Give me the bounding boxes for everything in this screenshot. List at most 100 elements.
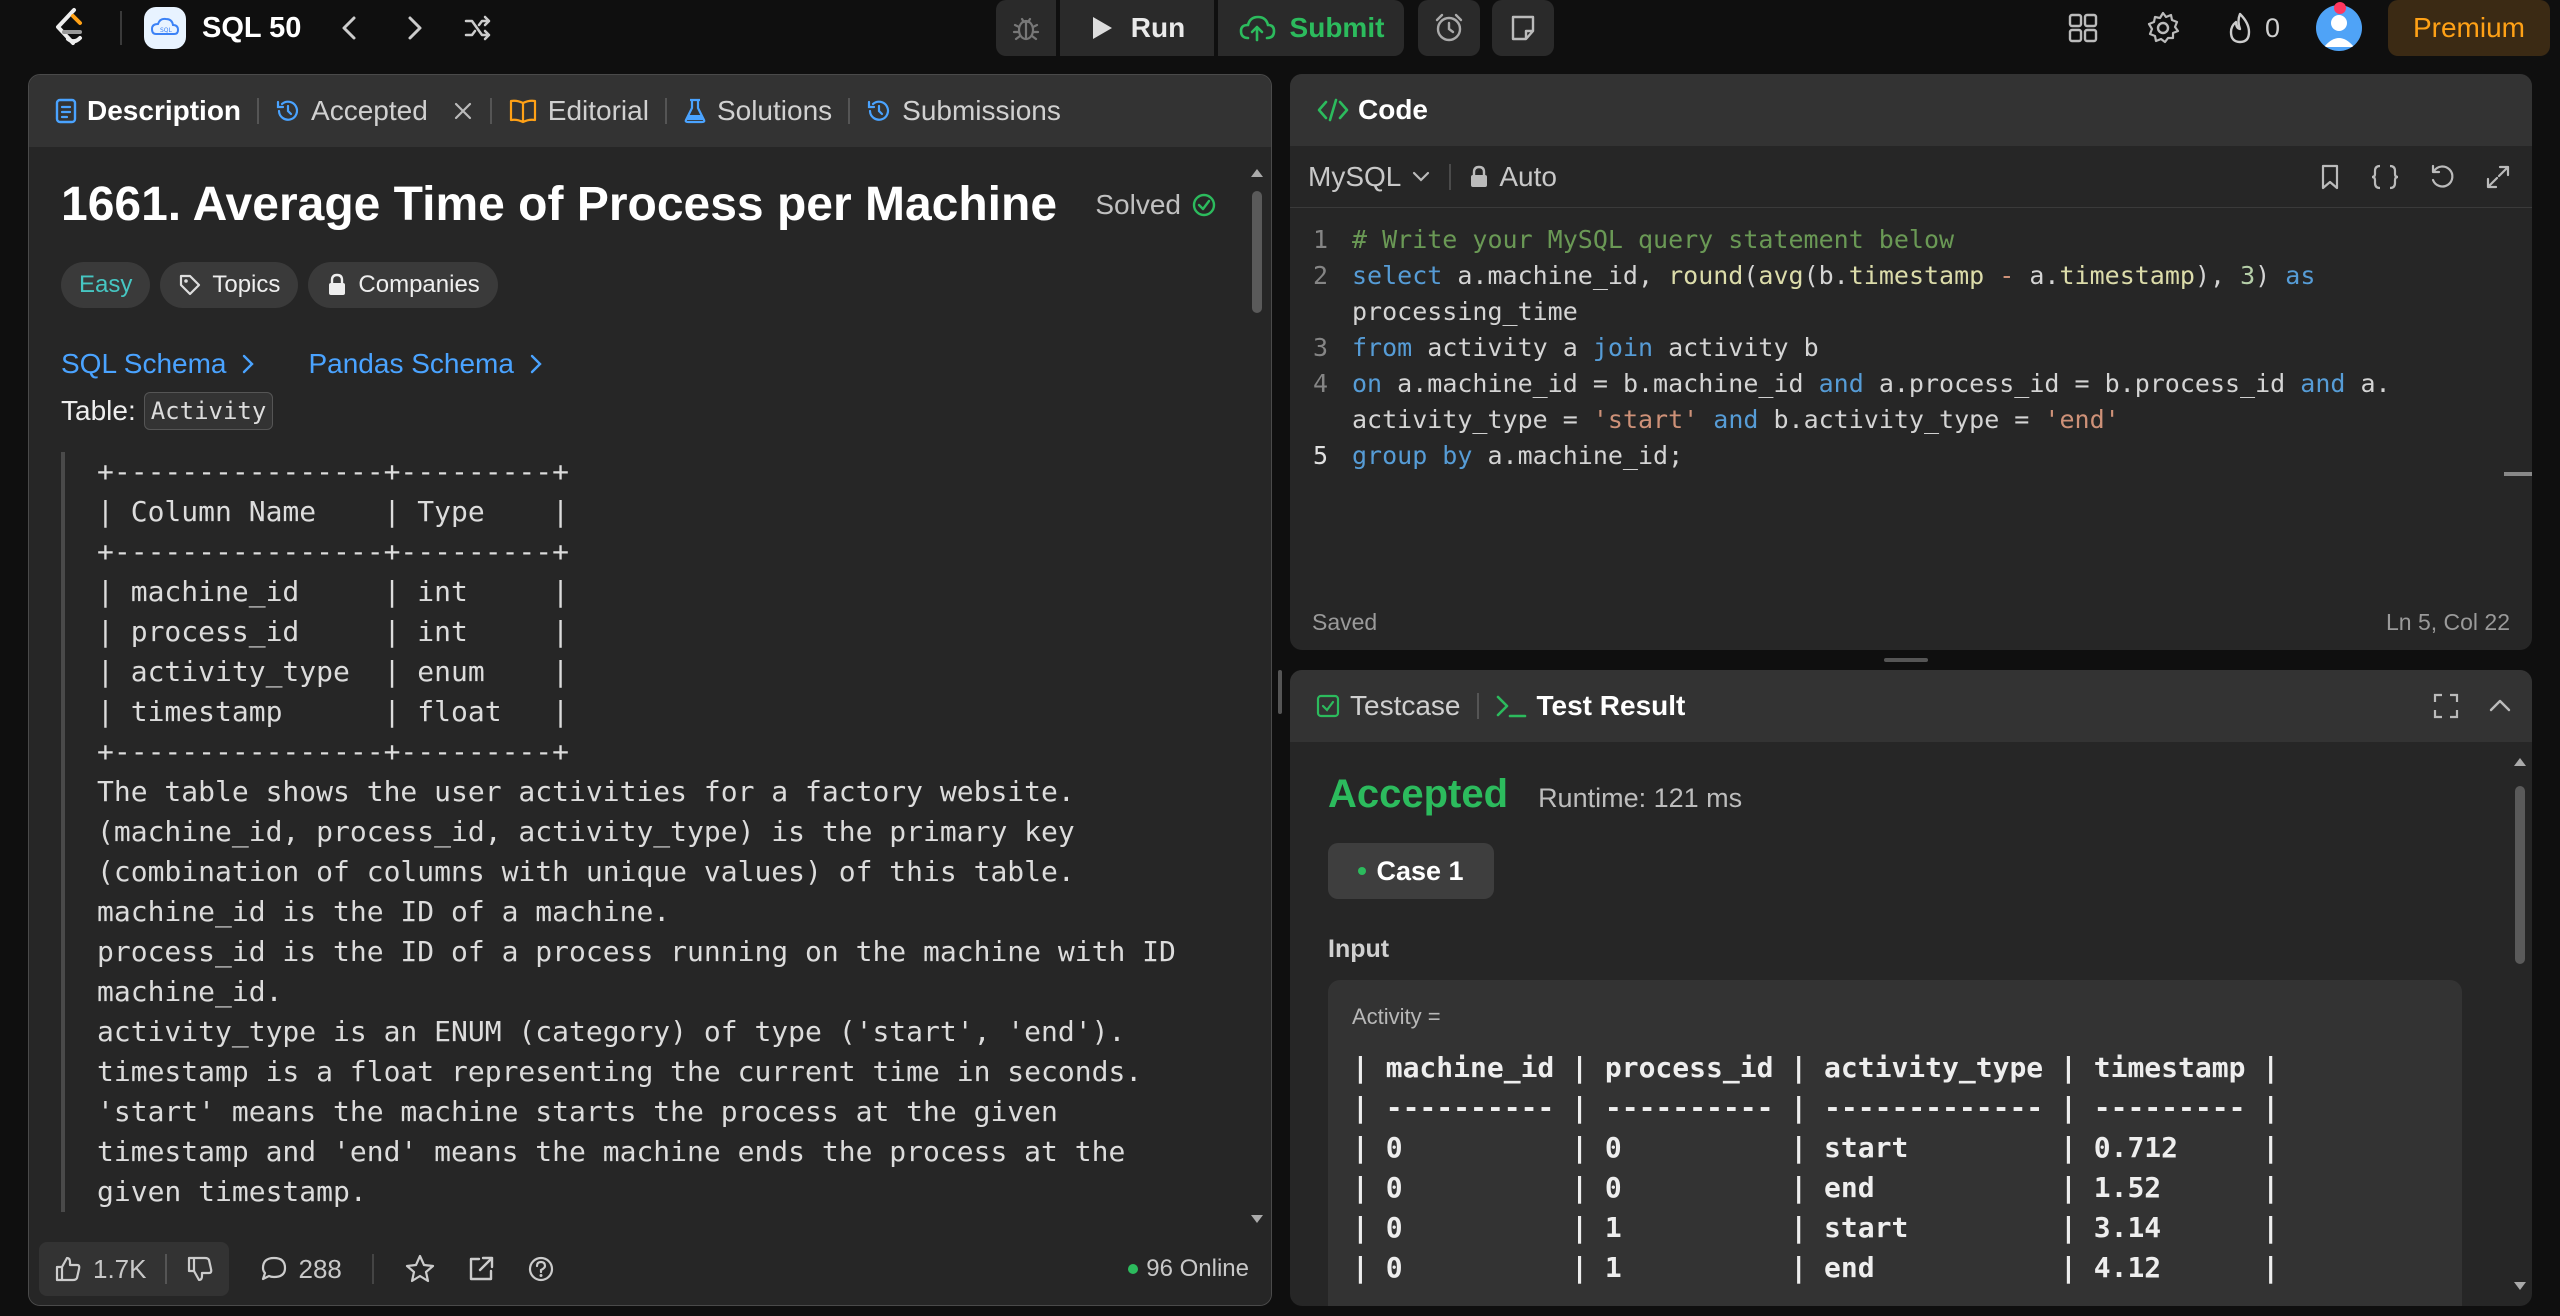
star-icon[interactable]: [404, 1253, 436, 1285]
chevron-down-icon: [1413, 171, 1430, 182]
tab-accepted[interactable]: Accepted: [275, 95, 474, 127]
language-select[interactable]: MySQL: [1308, 161, 1431, 193]
help-icon[interactable]: [526, 1254, 556, 1284]
minimap-marker: [2504, 472, 2532, 476]
description-footer: 1.7K 288 96 Online: [29, 1233, 1271, 1305]
flask-icon: [684, 98, 706, 124]
tag-icon: [180, 274, 201, 296]
braces-icon[interactable]: [2370, 163, 2400, 191]
test-result-panel: Testcase Test Result Accepted Runtime: 1…: [1290, 670, 2532, 1306]
pandas-schema-link[interactable]: Pandas Schema: [308, 348, 543, 380]
editor-status-bar: Saved Ln 5, Col 22: [1290, 594, 2532, 650]
terminal-icon: [1496, 695, 1526, 718]
solved-status: Solved: [1095, 189, 1217, 221]
comments-button[interactable]: 288: [259, 1254, 342, 1285]
timer-button[interactable]: [1418, 0, 1480, 56]
description-tabs: Description Accepted Editorial Solutions…: [29, 75, 1271, 147]
notification-dot: [2334, 2, 2346, 14]
code-panel-title: Code: [1358, 94, 1428, 125]
comment-icon: [261, 1256, 286, 1281]
thumb-down-icon[interactable]: [185, 1254, 215, 1284]
panel-resize-handle-vertical[interactable]: [1278, 670, 1282, 714]
chevron-right-icon: [243, 354, 255, 374]
editor-toolbar: MySQL Auto: [1290, 146, 2532, 208]
auto-mode-toggle[interactable]: Auto: [1469, 161, 1557, 193]
streak-count: 0: [2264, 12, 2280, 43]
save-status: Saved: [1312, 608, 1378, 635]
companies-chip[interactable]: Companies: [308, 262, 498, 308]
runtime-text: Runtime: 121 ms: [1538, 783, 1743, 813]
checkbox-icon: [1316, 694, 1340, 718]
online-count: 96 Online: [1128, 1255, 1249, 1283]
premium-button[interactable]: Premium: [2388, 0, 2550, 56]
play-icon: [1092, 17, 1112, 39]
leetcode-logo[interactable]: [48, 6, 92, 50]
input-label: Input: [1328, 935, 1390, 963]
bookmark-icon[interactable]: [2318, 163, 2342, 191]
close-icon[interactable]: [452, 100, 474, 122]
result-tabs: Testcase Test Result: [1290, 670, 2532, 742]
document-icon: [55, 98, 77, 124]
share-icon[interactable]: [466, 1254, 496, 1284]
code-editor[interactable]: 1 # Write your MySQL query statement belo…: [1290, 222, 2532, 474]
nav-divider: [120, 11, 122, 45]
tab-test-result[interactable]: Test Result: [1495, 690, 1685, 722]
cloud-upload-icon: [1239, 15, 1275, 42]
svg-text:SQL: SQL: [160, 27, 173, 34]
table-caption: Table: Activity: [61, 392, 1241, 430]
code-icon: [1317, 98, 1349, 122]
schema-description: +----------------+---------+ | Column Na…: [61, 452, 1241, 1212]
run-button[interactable]: Run: [1060, 0, 1214, 56]
cursor-position: Ln 5, Col 22: [2385, 608, 2510, 635]
chevron-left-icon[interactable]: [335, 13, 365, 43]
case-1-tab[interactable]: Case 1: [1328, 843, 1494, 899]
shuffle-icon[interactable]: [463, 13, 493, 43]
thumb-up-icon[interactable]: [53, 1254, 83, 1284]
difficulty-badge[interactable]: Easy: [61, 262, 151, 308]
alarm-icon: [1435, 13, 1463, 42]
code-line: processing_time: [1352, 297, 1578, 326]
sql-schema-link[interactable]: SQL Schema: [61, 348, 256, 380]
panel-resize-handle[interactable]: [1884, 658, 1928, 662]
scrollbar[interactable]: [2512, 752, 2528, 1298]
tab-solutions[interactable]: Solutions: [683, 95, 832, 127]
tab-description[interactable]: Description: [55, 95, 241, 127]
gear-icon[interactable]: [2145, 10, 2181, 46]
chevron-right-icon[interactable]: [399, 13, 429, 43]
top-navbar: SQL SQL 50 Run Submit 0 Premium: [0, 0, 2560, 56]
table-name-code: Activity: [143, 392, 274, 430]
bug-icon: [1012, 17, 1040, 41]
lock-icon: [1471, 165, 1488, 187]
book-icon: [509, 99, 536, 124]
fullscreen-icon[interactable]: [2432, 692, 2460, 720]
code-panel: Code MySQL Auto 1 # Write your MySQL quer…: [1290, 74, 2532, 650]
code-line: 5 group by a.machine_id;: [1312, 441, 1684, 470]
submit-label: Submit: [1289, 12, 1385, 43]
description-content: 1661. Average Time of Process per Machin…: [61, 177, 1241, 1212]
topics-chip[interactable]: Topics: [160, 262, 299, 308]
expand-icon[interactable]: [2484, 163, 2512, 191]
input-box: Activity = | machine_id | process_id | a…: [1328, 980, 2462, 1306]
tab-submissions[interactable]: Submissions: [866, 95, 1061, 127]
chevron-right-icon: [530, 354, 542, 374]
code-panel-header: Code: [1290, 74, 2532, 146]
tab-testcase[interactable]: Testcase: [1316, 690, 1461, 722]
result-content: Accepted Runtime: 121 ms Case 1 Input Ac…: [1328, 772, 2462, 1306]
notes-button[interactable]: [1492, 0, 1554, 56]
undo-icon[interactable]: [2428, 163, 2456, 191]
problem-list-title[interactable]: SQL 50: [202, 12, 301, 45]
scrollbar[interactable]: [1249, 161, 1265, 1231]
problem-title: 1661. Average Time of Process per Machin…: [61, 178, 1058, 231]
streak-counter[interactable]: 0: [2225, 11, 2280, 45]
result-status: Accepted: [1328, 772, 1509, 816]
like-count: 1.7K: [93, 1253, 147, 1284]
fire-icon: [2229, 12, 2251, 44]
history-icon: [276, 100, 299, 121]
chevron-up-icon[interactable]: [2486, 692, 2514, 720]
submit-button[interactable]: Submit: [1218, 0, 1404, 56]
list-icon[interactable]: SQL: [144, 7, 186, 49]
tab-editorial[interactable]: Editorial: [508, 95, 649, 127]
debug-button[interactable]: [996, 0, 1056, 56]
grid-icon[interactable]: [2065, 10, 2101, 46]
lock-icon: [329, 273, 346, 295]
